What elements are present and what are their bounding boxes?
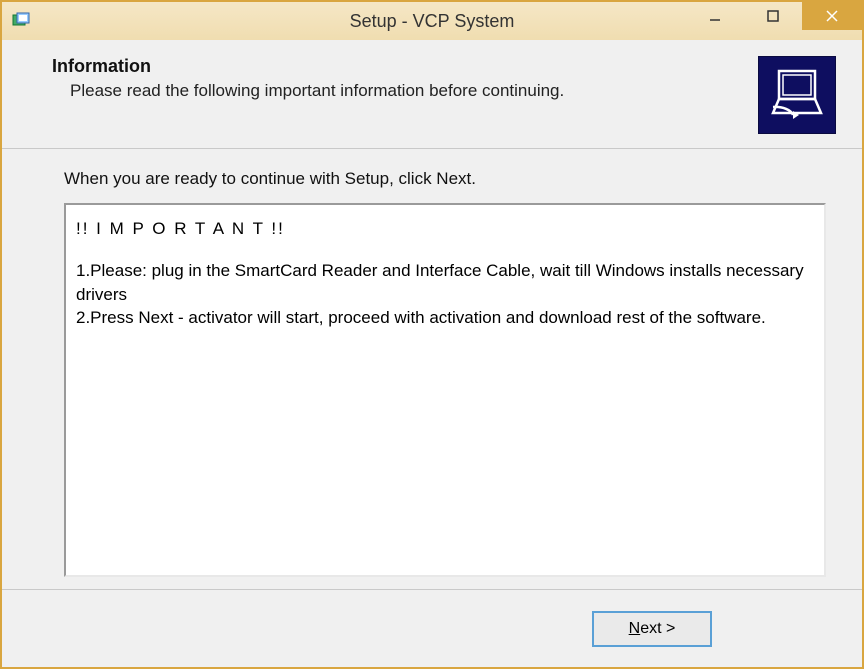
window-title: Setup - VCP System (350, 11, 515, 32)
setup-window: Setup - VCP System Information Please re… (0, 0, 864, 669)
close-button[interactable] (802, 2, 862, 30)
computer-install-icon (758, 56, 836, 134)
next-button[interactable]: Next > (592, 611, 712, 647)
maximize-button[interactable] (744, 2, 802, 30)
installer-icon (10, 10, 32, 32)
next-button-accel: N (629, 620, 641, 638)
window-controls (686, 2, 862, 40)
minimize-button[interactable] (686, 2, 744, 30)
titlebar[interactable]: Setup - VCP System (2, 2, 862, 40)
step-2-text: 2.Press Next - activator will start, pro… (76, 306, 814, 330)
wizard-header: Information Please read the following im… (2, 40, 862, 149)
page-subheading: Please read the following important info… (70, 81, 758, 101)
wizard-footer: Next > (2, 589, 862, 667)
information-textbox[interactable]: !! I M P O R T A N T !! 1.Please: plug i… (64, 203, 826, 577)
ready-instruction: When you are ready to continue with Setu… (64, 169, 826, 189)
wizard-content: When you are ready to continue with Setu… (2, 149, 862, 589)
important-label: !! I M P O R T A N T !! (76, 217, 814, 241)
next-button-rest: ext > (640, 620, 675, 638)
step-1-text: 1.Please: plug in the SmartCard Reader a… (76, 259, 814, 307)
page-heading: Information (52, 56, 758, 77)
